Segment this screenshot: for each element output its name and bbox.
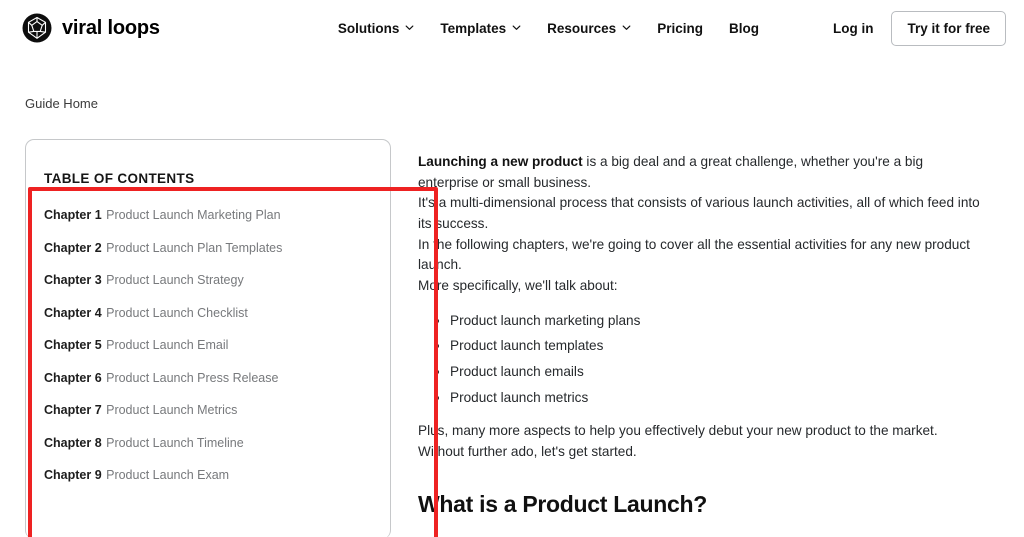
intro-lead-bold: Launching a new product [418, 154, 583, 169]
login-link[interactable]: Log in [833, 21, 874, 36]
list-item[interactable]: Chapter 6 Product Launch Press Release [44, 369, 390, 388]
list-item[interactable]: Chapter 1 Product Launch Marketing Plan [44, 206, 390, 225]
nav-item-blog-label: Blog [728, 20, 759, 36]
header-actions: Log in Try it for free [833, 10, 1006, 46]
toc-chapter-title: Product Launch Metrics [106, 403, 238, 417]
toc-chapter-label: Chapter 7 [44, 403, 102, 417]
intro-line-3: In the following chapters, we're going t… [418, 236, 970, 273]
toc-link-chapter-2[interactable]: Chapter 2 Product Launch Plan Templates [44, 239, 390, 258]
list-item: Product launch templates [450, 336, 980, 356]
nav-item-resources-label: Resources [547, 20, 617, 36]
list-item[interactable]: Chapter 5 Product Launch Email [44, 336, 390, 355]
list-item: Product launch metrics [450, 388, 980, 408]
toc-chapter-label: Chapter 8 [44, 435, 102, 450]
table-of-contents-title: TABLE OF CONTENTS [44, 171, 195, 186]
list-item[interactable]: Chapter 9 Product Launch Exam [44, 466, 390, 485]
nav-item-pricing-label: Pricing [657, 20, 703, 36]
list-item: Product launch marketing plans [450, 311, 980, 331]
toc-chapter-label: Chapter 4 [44, 305, 102, 320]
brand-name: viral loops [62, 16, 160, 39]
chevron-down-icon [512, 23, 521, 32]
list-item: Product launch emails [450, 362, 980, 382]
list-item[interactable]: Chapter 7 Product Launch Metrics [44, 401, 390, 420]
brand-logo-link[interactable]: viral loops [22, 13, 160, 43]
chevron-down-icon [622, 23, 631, 32]
nav-item-pricing[interactable]: Pricing [657, 21, 703, 36]
try-it-for-free-button[interactable]: Try it for free [891, 10, 1006, 46]
intro-paragraph: Launching a new product is a big deal an… [418, 152, 980, 297]
toc-link-chapter-3[interactable]: Chapter 3 Product Launch Strategy [44, 271, 390, 290]
outro-line-1: Plus, many more aspects to help you effe… [418, 423, 938, 439]
nav-item-solutions[interactable]: Solutions [338, 21, 415, 36]
toc-chapter-title: Product Launch Press Release [106, 370, 279, 385]
nav-item-solutions-label: Solutions [337, 20, 400, 36]
toc-link-chapter-9[interactable]: Chapter 9 Product Launch Exam [44, 466, 390, 485]
toc-chapter-label: Chapter 6 [44, 370, 102, 385]
toc-link-chapter-6[interactable]: Chapter 6 Product Launch Press Release [44, 369, 390, 388]
site-header: viral loops Solutions Templates Resource… [0, 0, 1024, 56]
guide-sidebar: Guide Home TABLE OF CONTENTS Chapter 1 P… [22, 56, 438, 537]
toc-chapter-title: Product Launch Checklist [106, 305, 248, 320]
toc-chapter-title: Product Launch Email [106, 338, 229, 352]
toc-chapter-title: Product Launch Marketing Plan [106, 208, 281, 222]
page-title: What is a Product Launch? [418, 490, 707, 517]
table-of-contents-list: Chapter 1 Product Launch Marketing Plan … [44, 206, 390, 485]
table-of-contents-card: TABLE OF CONTENTS Chapter 1 Product Laun… [25, 139, 391, 537]
toc-chapter-title: Product Launch Plan Templates [106, 240, 283, 255]
list-item[interactable]: Chapter 8 Product Launch Timeline [44, 434, 390, 453]
intro-lead: Launching a new product is a big deal an… [418, 152, 980, 193]
nav-item-resources[interactable]: Resources [547, 21, 631, 36]
list-item[interactable]: Chapter 2 Product Launch Plan Templates [44, 239, 390, 258]
toc-chapter-label: Chapter 2 [44, 240, 102, 255]
chevron-down-icon [405, 23, 414, 32]
toc-link-chapter-8[interactable]: Chapter 8 Product Launch Timeline [44, 434, 390, 453]
nav-item-blog[interactable]: Blog [729, 21, 759, 36]
toc-chapter-label: Chapter 9 [44, 468, 102, 482]
list-item[interactable]: Chapter 3 Product Launch Strategy [44, 271, 390, 290]
toc-chapter-label: Chapter 1 [44, 208, 102, 222]
toc-link-chapter-7[interactable]: Chapter 7 Product Launch Metrics [44, 401, 390, 420]
intro-line-2: It's a multi-dimensional process that co… [418, 195, 980, 231]
nav-item-templates[interactable]: Templates [440, 21, 521, 36]
list-item[interactable]: Chapter 4 Product Launch Checklist [44, 304, 390, 323]
toc-chapter-title: Product Launch Exam [106, 468, 230, 482]
toc-chapter-title: Product Launch Timeline [106, 435, 244, 450]
toc-link-chapter-4[interactable]: Chapter 4 Product Launch Checklist [44, 304, 390, 323]
guide-home-link[interactable]: Guide Home [22, 56, 98, 111]
viral-loops-polyhedron-icon [22, 13, 52, 43]
guide-main-content: Launching a new product is a big deal an… [418, 56, 980, 537]
toc-chapter-label: Chapter 3 [44, 273, 102, 287]
outro-paragraph: Plus, many more aspects to help you effe… [418, 421, 980, 462]
toc-link-chapter-5[interactable]: Chapter 5 Product Launch Email [44, 336, 390, 355]
toc-chapter-label: Chapter 5 [44, 338, 102, 352]
nav-item-templates-label: Templates [440, 20, 507, 36]
primary-navigation: Solutions Templates Resources Pricing Bl… [338, 10, 1006, 46]
toc-chapter-title: Product Launch Strategy [106, 273, 244, 287]
toc-link-chapter-1[interactable]: Chapter 1 Product Launch Marketing Plan [44, 206, 390, 225]
page-body: Guide Home TABLE OF CONTENTS Chapter 1 P… [0, 56, 1024, 537]
outro-line-2: Without further ado, let's get started. [418, 444, 637, 460]
intro-line-4: More specifically, we'll talk about: [418, 277, 618, 293]
topics-bullet-list: Product launch marketing plans Product l… [418, 311, 980, 408]
